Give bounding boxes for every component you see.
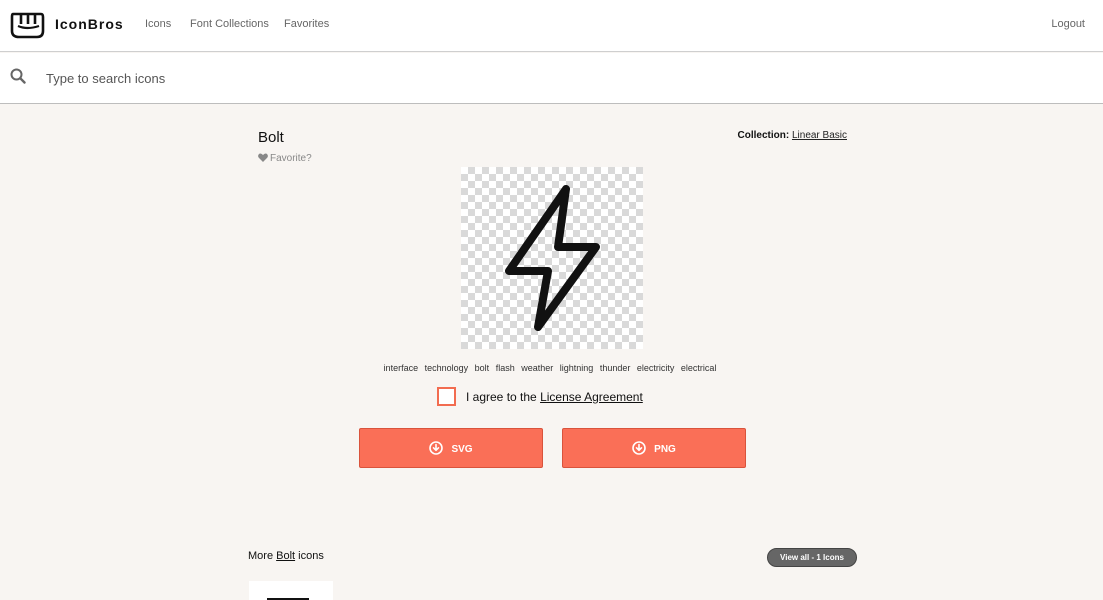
favorite-label: Favorite? (270, 153, 312, 164)
nav-link-font-collections[interactable]: Font Collections (190, 18, 269, 30)
top-nav: IconBros Icons Font Collections Favorite… (0, 0, 1103, 52)
more-icons-heading: More Bolt icons (248, 550, 324, 562)
icon-preview (461, 167, 643, 349)
tag[interactable]: interface (384, 363, 419, 373)
download-circle-icon (632, 441, 646, 455)
collection-link[interactable]: Linear Basic (792, 130, 847, 141)
logout-link[interactable]: Logout (1051, 18, 1085, 30)
tag[interactable]: weather (521, 363, 553, 373)
tag-list: interface technology bolt flash weather … (361, 363, 739, 373)
download-svg-button[interactable]: SVG (359, 428, 543, 468)
logo-icon[interactable] (9, 9, 45, 41)
more-suffix: icons (298, 550, 324, 562)
download-png-button[interactable]: PNG (562, 428, 746, 468)
license-prefix: I agree to the (466, 390, 537, 404)
search-input[interactable] (46, 67, 1046, 89)
license-checkbox[interactable] (437, 387, 456, 406)
bolt-icon (505, 185, 600, 331)
more-prefix: More (248, 550, 274, 562)
tag[interactable]: thunder (600, 363, 631, 373)
tag[interactable]: lightning (560, 363, 594, 373)
license-link[interactable]: License Agreement (540, 390, 643, 404)
tag[interactable]: technology (425, 363, 469, 373)
download-svg-label: SVG (451, 444, 473, 455)
tag[interactable]: electricity (637, 363, 675, 373)
heart-icon (258, 153, 268, 162)
nav-link-icons[interactable]: Icons (145, 18, 171, 30)
search-bar (0, 53, 1103, 104)
favorite-toggle[interactable]: Favorite? (258, 153, 312, 164)
icon-title: Bolt (258, 129, 284, 146)
brand-name[interactable]: IconBros (55, 16, 124, 32)
nav-link-favorites[interactable]: Favorites (284, 18, 329, 30)
collection-label: Collection: (737, 130, 790, 141)
search-icon[interactable] (10, 68, 26, 84)
tag[interactable]: electrical (681, 363, 717, 373)
related-icon-card[interactable] (249, 581, 333, 600)
download-png-label: PNG (654, 444, 676, 455)
more-icons-link[interactable]: Bolt (276, 550, 295, 562)
tag[interactable]: flash (496, 363, 515, 373)
download-circle-icon (429, 441, 444, 455)
tag[interactable]: bolt (475, 363, 490, 373)
view-all-button[interactable]: View all - 1 Icons (767, 548, 857, 567)
collection-info: Collection: Linear Basic (738, 130, 847, 141)
license-text: I agree to the License Agreement (466, 390, 643, 404)
